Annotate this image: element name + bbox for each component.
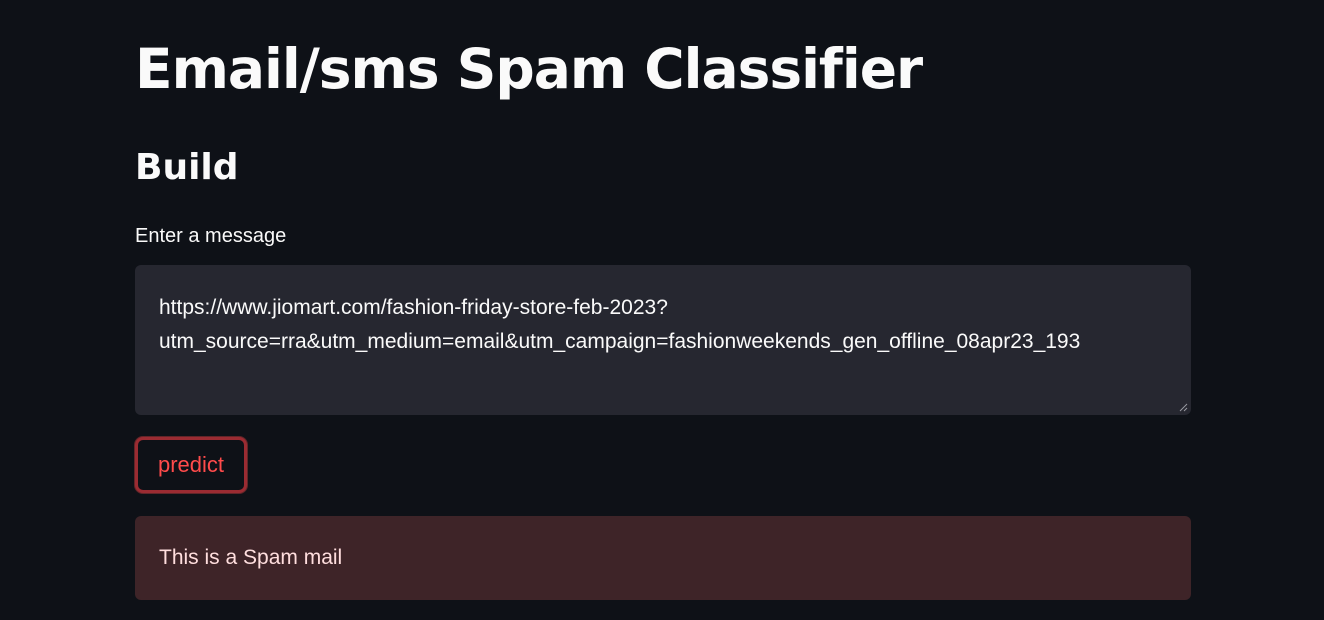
page-title: Email/sms Spam Classifier <box>135 37 923 101</box>
spam-result-alert: This is a Spam mail <box>135 516 1191 600</box>
predict-button[interactable]: predict <box>135 437 247 493</box>
subheader: Build <box>135 147 239 188</box>
resize-handle-icon[interactable] <box>1178 402 1188 412</box>
message-textarea[interactable]: https://www.jiomart.com/fashion-friday-s… <box>135 265 1191 415</box>
message-text-line-2: utm_source=rra&utm_medium=email&utm_camp… <box>159 330 1081 353</box>
message-text-line-1: https://www.jiomart.com/fashion-friday-s… <box>159 296 668 319</box>
result-text: This is a Spam mail <box>159 546 343 569</box>
message-label: Enter a message <box>135 225 287 247</box>
